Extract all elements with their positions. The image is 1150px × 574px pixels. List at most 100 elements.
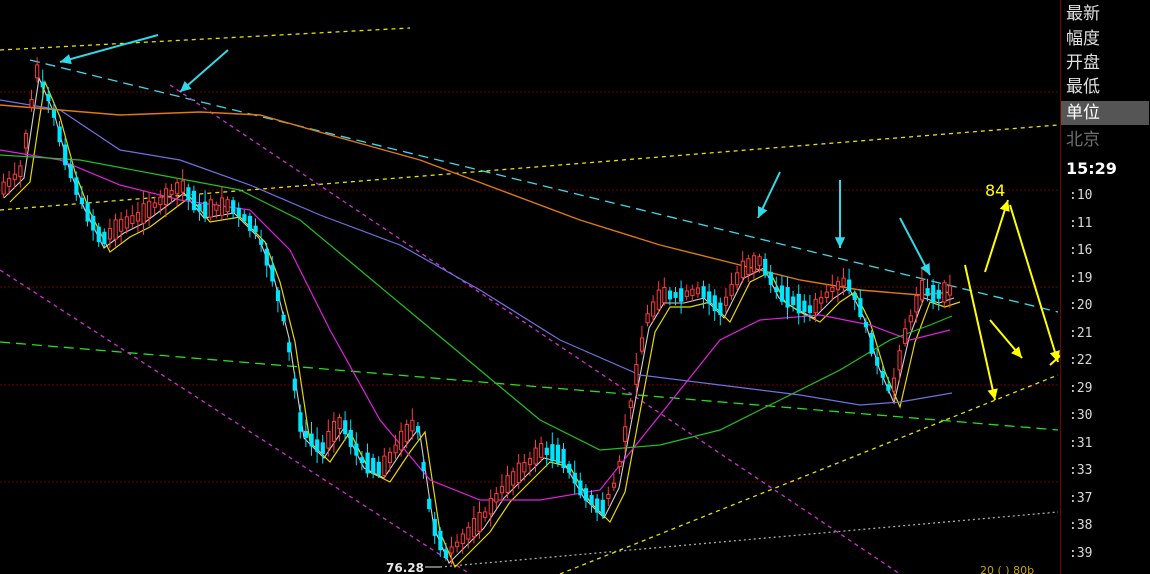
- candle: [275, 290, 281, 301]
- candle: [169, 189, 174, 196]
- candle: [477, 511, 482, 533]
- candle: [348, 429, 353, 447]
- candle: [147, 200, 152, 218]
- arrow-head: [834, 237, 846, 248]
- candle: [875, 357, 880, 366]
- candle: [796, 293, 801, 314]
- candle: [757, 256, 762, 266]
- candle: [567, 463, 572, 473]
- candle: [522, 462, 527, 473]
- candle: [466, 526, 471, 540]
- tick-label: :37: [1069, 491, 1093, 506]
- candle: [124, 216, 129, 229]
- tick-label: :19: [1069, 271, 1093, 286]
- candle: [427, 498, 432, 510]
- candle: [707, 291, 712, 304]
- sidebar-item-change[interactable]: 幅度: [1066, 27, 1100, 51]
- candle: [35, 64, 40, 79]
- arrow-head: [60, 54, 72, 65]
- candle: [869, 332, 874, 354]
- candle: [791, 296, 796, 306]
- sidebar-item-open[interactable]: 开盘: [1066, 51, 1100, 75]
- candle: [7, 177, 12, 187]
- candle: [460, 533, 465, 545]
- sidebar-item-latest[interactable]: 最新: [1066, 2, 1100, 26]
- candle: [186, 187, 191, 200]
- yellow-arrow: [984, 199, 1010, 273]
- candle: [29, 98, 34, 108]
- trend-lines: [0, 27, 1059, 574]
- candle: [359, 457, 365, 464]
- ma-line-yellow: [9, 79, 961, 569]
- candle: [936, 289, 941, 299]
- candle: [863, 322, 869, 328]
- candle: [712, 295, 717, 312]
- candle: [46, 94, 51, 101]
- sidebar-item-unit[interactable]: 单位: [1061, 101, 1149, 125]
- candle: [880, 371, 885, 378]
- candle: [679, 288, 684, 302]
- candle: [729, 283, 734, 297]
- candle: [231, 200, 236, 214]
- candle: [387, 451, 393, 464]
- candle: [91, 215, 96, 231]
- yellow-arrow: [989, 319, 1023, 359]
- trend-line: [439, 511, 1059, 568]
- candle: [135, 212, 141, 222]
- candle: [376, 461, 381, 476]
- candle: [824, 291, 829, 299]
- candle: [891, 377, 897, 392]
- candle: [819, 297, 824, 304]
- candle: [18, 165, 23, 177]
- candle: [214, 204, 219, 211]
- trend-line: [0, 27, 411, 51]
- candle: [438, 530, 443, 551]
- candle: [684, 290, 689, 297]
- candle: [852, 292, 857, 300]
- candle: [779, 285, 785, 302]
- candle: [623, 426, 628, 442]
- low-price-label: 76.28: [386, 561, 424, 574]
- candle: [656, 289, 661, 310]
- candle: [746, 258, 751, 275]
- tick-label: :10: [1069, 188, 1093, 203]
- ma-line-green: [0, 154, 953, 451]
- candle: [802, 300, 807, 313]
- sidebar-item-beijing: 北京: [1066, 130, 1100, 150]
- candle: [488, 497, 493, 515]
- candle: [735, 272, 740, 286]
- candle: [555, 444, 561, 464]
- candle: [163, 188, 169, 206]
- candle: [57, 126, 62, 143]
- candle: [180, 180, 185, 193]
- candle: [175, 182, 180, 195]
- candle: [578, 480, 583, 496]
- candle: [382, 455, 387, 476]
- candle: [942, 282, 947, 303]
- candle: [589, 495, 594, 505]
- candle: [533, 447, 538, 465]
- trend-line: [0, 269, 471, 574]
- candle: [645, 313, 650, 324]
- candle: [561, 448, 566, 469]
- candle: [919, 279, 925, 301]
- candle: [931, 284, 936, 303]
- candle: [303, 430, 309, 438]
- candle: [96, 226, 101, 243]
- candle: [102, 231, 107, 245]
- candle: [247, 215, 253, 231]
- candle: [309, 433, 314, 447]
- candle: [371, 457, 376, 474]
- grid-lines: [0, 91, 1060, 483]
- candle: [393, 444, 398, 454]
- candle: [455, 541, 460, 548]
- arrow-head: [987, 388, 998, 400]
- candle: [141, 203, 146, 224]
- candle: [768, 271, 773, 285]
- sidebar-item-low[interactable]: 最低: [1066, 75, 1100, 99]
- candle: [763, 258, 768, 276]
- candle: [897, 350, 902, 371]
- candle: [499, 485, 505, 494]
- tick-label: :30: [1069, 408, 1093, 423]
- arrow-shaft: [984, 199, 1009, 273]
